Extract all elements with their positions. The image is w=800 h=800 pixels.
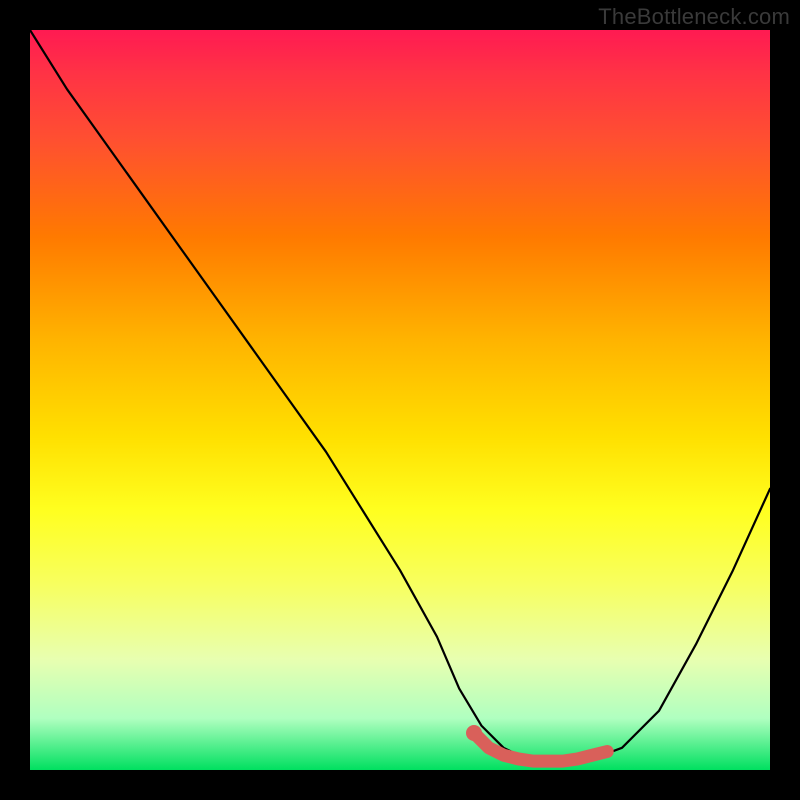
bottleneck-curve-line xyxy=(30,30,770,763)
highlight-marker-dot xyxy=(466,725,482,741)
chart-plot-area xyxy=(30,30,770,770)
watermark-text: TheBottleneck.com xyxy=(598,4,790,30)
chart-svg xyxy=(30,30,770,770)
